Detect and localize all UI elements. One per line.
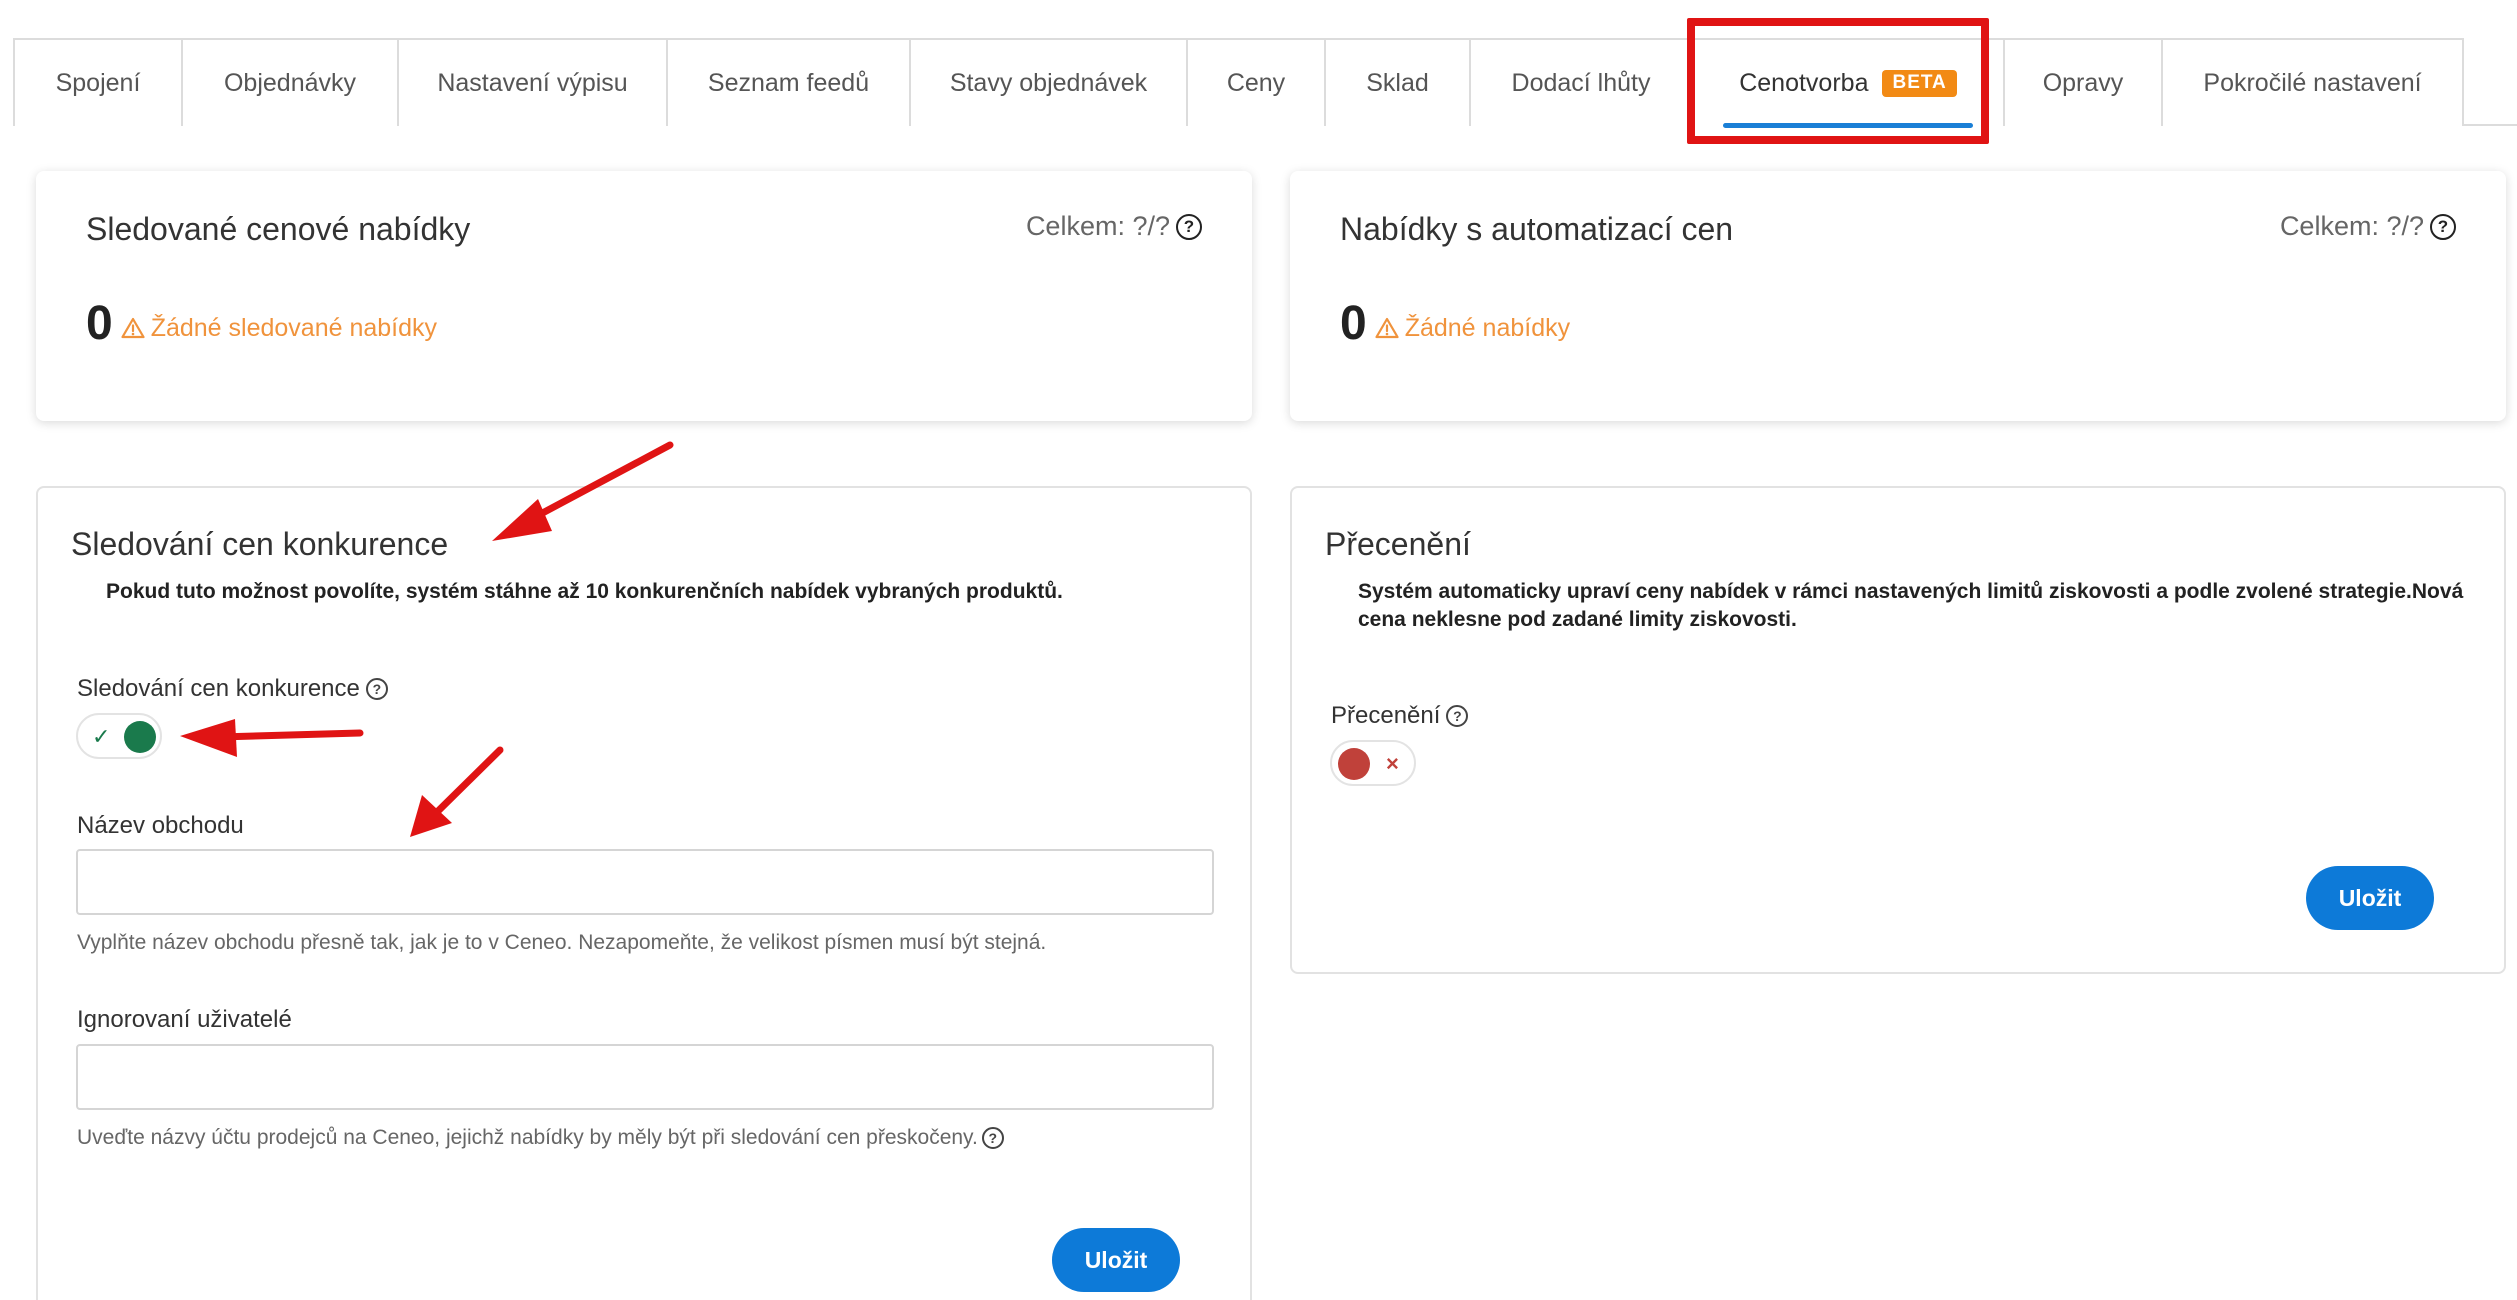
tab-label: Seznam feedů <box>707 68 870 97</box>
question-circle-icon[interactable]: ? <box>1446 705 1469 727</box>
tab-label: Objednávky <box>223 68 357 97</box>
shop-name-input[interactable] <box>76 849 1214 915</box>
stat-warning: Žádné sledované nabídky <box>121 314 437 343</box>
label-text: Ignorovaní uživatelé <box>77 1006 292 1033</box>
beta-badge: BETA <box>1882 69 1957 97</box>
check-icon: ✓ <box>92 724 111 749</box>
tab-dodaci-lhuty[interactable]: Dodací lhůty <box>1471 40 1693 126</box>
tracked-offers-title: Sledované cenové nabídky <box>86 211 471 247</box>
question-circle-icon[interactable]: ? <box>981 1127 1004 1149</box>
competition-save-button[interactable]: Uložit <box>1052 1228 1180 1292</box>
toggle-knob <box>124 721 156 753</box>
tab-label: Pokročilé nastavení <box>2203 68 2422 97</box>
warning-text: Žádné sledované nabídky <box>150 313 438 342</box>
tab-label: Nastavení výpisu <box>437 68 628 97</box>
tab-seznam-feedu[interactable]: Seznam feedů <box>668 40 911 126</box>
tab-pokrocile-nastaveni[interactable]: Pokročilé nastavení <box>2163 40 2462 126</box>
competition-tracking-description: Pokud tuto možnost povolíte, systém stáh… <box>106 580 1063 603</box>
tracked-offers-card: Sledované cenové nabídky Celkem: ?/? ? 0… <box>36 171 1252 421</box>
tracked-offers-total: Celkem: ?/? ? <box>1026 211 1202 242</box>
competition-tracking-toggle[interactable]: ✓ <box>76 713 162 759</box>
automated-offers-value: 0 Žádné nabídky <box>1340 296 1570 351</box>
tab-label: Dodací lhůty <box>1511 68 1651 97</box>
warning-text: Žádné nabídky <box>1404 313 1571 342</box>
label-text: Přecenění <box>1331 702 1441 729</box>
automated-offers-card: Nabídky s automatizací cen Celkem: ?/? ?… <box>1290 171 2506 421</box>
tab-ceny[interactable]: Ceny <box>1188 40 1326 126</box>
tab-spojeni[interactable]: Spojení <box>15 40 183 126</box>
tracked-offers-value: 0 Žádné sledované nabídky <box>86 296 437 351</box>
tab-label: Spojení <box>55 68 141 97</box>
shop-name-label: Název obchodu <box>77 812 244 840</box>
hint-text: Uveďte názvy účtu prodejců na Ceneo, jej… <box>77 1126 978 1149</box>
repricing-title: Přecenění <box>1325 526 1471 562</box>
ignored-users-label: Ignorovaní uživatelé <box>77 1006 292 1034</box>
ignored-users-input[interactable] <box>76 1044 1214 1110</box>
warning-triangle-icon <box>1375 317 1399 339</box>
repricing-toggle-label: Přecenění ? <box>1331 702 1469 730</box>
shop-name-hint: Vyplňte název obchodu přesně tak, jak je… <box>77 931 1046 955</box>
label-text: Sledování cen konkurence <box>77 675 360 702</box>
automated-offers-total: Celkem: ?/? ? <box>2280 211 2456 242</box>
competition-tracking-title: Sledování cen konkurence <box>71 526 449 562</box>
tab-sklad[interactable]: Sklad <box>1326 40 1471 126</box>
label-text: Název obchodu <box>77 812 244 839</box>
question-circle-icon[interactable]: ? <box>1176 213 1202 240</box>
warning-triangle-icon <box>121 317 145 339</box>
tab-opravy[interactable]: Opravy <box>2005 40 2163 126</box>
repricing-description: Systém automaticky upraví ceny nabídek v… <box>1358 580 2464 631</box>
stat-number: 0 <box>86 297 113 350</box>
ignored-users-hint: Uveďte názvy účtu prodejců na Ceneo, jej… <box>77 1126 1004 1150</box>
close-x-icon: × <box>1386 751 1399 776</box>
stat-warning: Žádné nabídky <box>1375 314 1570 343</box>
question-circle-icon[interactable]: ? <box>365 678 388 700</box>
competition-tracking-panel: Sledování cen konkurence Pokud tuto možn… <box>36 486 1252 1300</box>
repricing-save-button[interactable]: Uložit <box>2306 866 2434 930</box>
tab-label: Cenotvorba <box>1739 68 1869 97</box>
tab-bar: Spojení Objednávky Nastavení výpisu Sezn… <box>13 38 2517 128</box>
repricing-toggle[interactable]: × <box>1330 740 1416 786</box>
tab-label: Stavy objednávek <box>949 68 1148 97</box>
total-text: Celkem: ?/? <box>2279 211 2424 241</box>
tab-label: Opravy <box>2042 68 2124 97</box>
tab-objednavky[interactable]: Objednávky <box>183 40 399 126</box>
tab-stavy-objednavek[interactable]: Stavy objednávek <box>911 40 1188 126</box>
repricing-panel: Přecenění Systém automaticky upraví ceny… <box>1290 486 2506 974</box>
toggle-knob <box>1338 748 1370 780</box>
competition-toggle-label: Sledování cen konkurence ? <box>77 675 388 703</box>
stat-number: 0 <box>1340 297 1367 350</box>
tab-label: Ceny <box>1226 68 1286 97</box>
tabs: Spojení Objednávky Nastavení výpisu Sezn… <box>13 38 2464 128</box>
question-circle-icon[interactable]: ? <box>2430 213 2456 240</box>
tab-label: Sklad <box>1366 68 1429 97</box>
tab-nastaveni-vypisu[interactable]: Nastavení výpisu <box>399 40 668 126</box>
hint-text: Vyplňte název obchodu přesně tak, jak je… <box>77 931 1047 954</box>
automated-offers-title: Nabídky s automatizací cen <box>1340 211 1734 247</box>
total-text: Celkem: ?/? <box>1025 211 1170 241</box>
tab-cenotvorba[interactable]: Cenotvorba BETA <box>1693 40 2005 128</box>
